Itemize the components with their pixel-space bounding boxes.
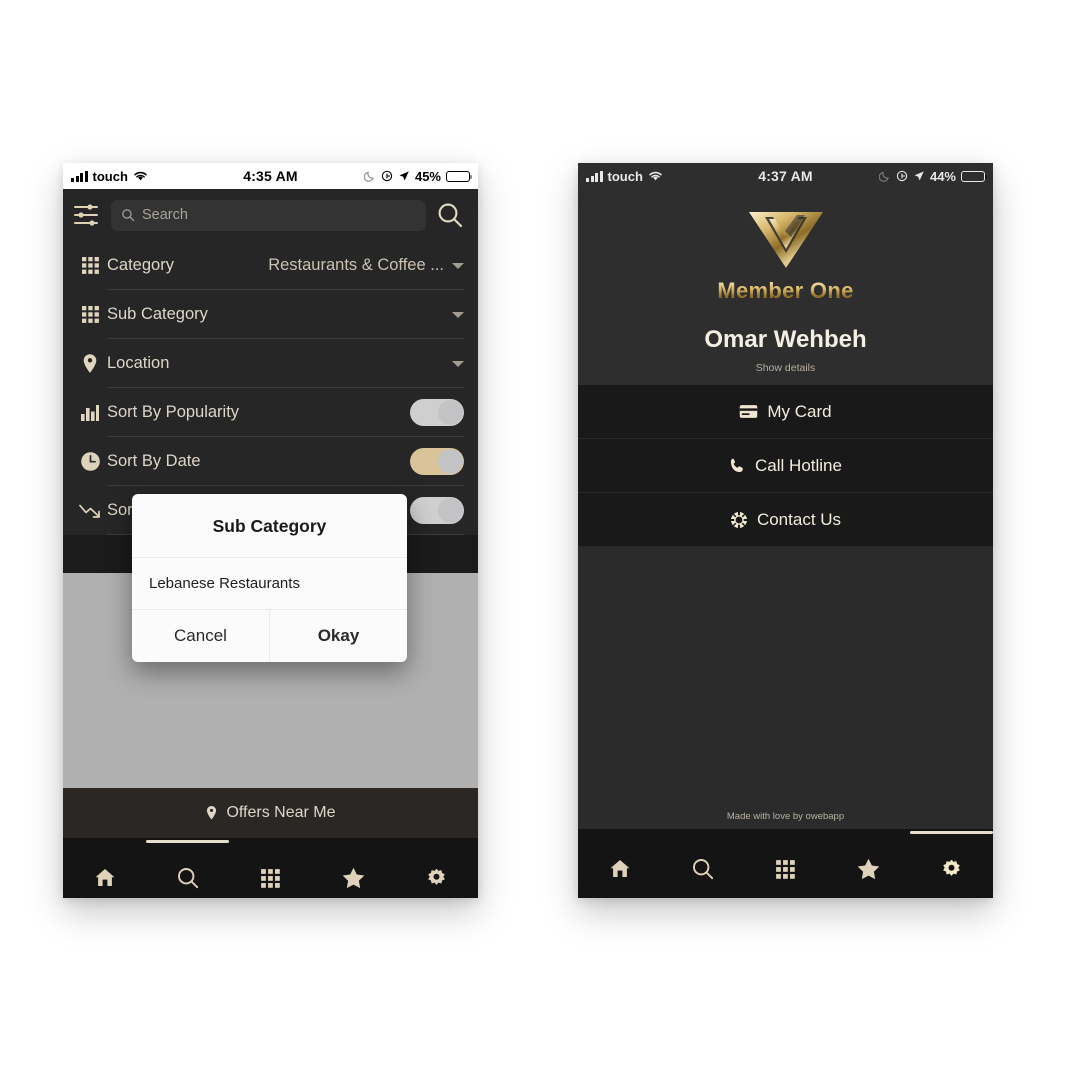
user-name: Omar Wehbeh (704, 326, 867, 353)
battery-icon (446, 170, 473, 182)
menu-label: Call Hotline (755, 455, 842, 475)
location-arrow-icon (399, 171, 409, 181)
sub-category-dialog: Sub Category Lebanese Restaurants Cancel… (132, 494, 407, 662)
tab-search[interactable] (661, 857, 744, 881)
tab-favorites[interactable] (827, 857, 910, 881)
menu-row-contact-us[interactable]: Contact Us (578, 493, 993, 547)
right-phone-screen: touch 4:37 AM 44% Member One Omar Wehbeh… (578, 163, 993, 898)
status-bar-right-group: 45% (363, 168, 473, 184)
battery-icon (961, 170, 988, 182)
footer-credit: Made with love by owebapp (726, 811, 845, 822)
tab-category[interactable] (744, 859, 827, 880)
tab-home[interactable] (578, 858, 661, 880)
phone-icon (730, 458, 743, 473)
grid-icon (776, 859, 795, 879)
rotation-lock-icon (896, 170, 908, 182)
dialog-actions: Cancel Okay (132, 610, 407, 662)
location-arrow-icon (914, 171, 924, 181)
tab-active-indicator-track (578, 829, 993, 840)
status-bar-left: touch 4:35 AM 45% (63, 163, 478, 189)
left-phone-screen: touch 4:35 AM 45% Search Category Restau… (63, 163, 478, 898)
left-phone-body: Search Category Restaurants & Coffee ...… (63, 189, 478, 898)
dialog-title: Sub Category (132, 494, 407, 558)
brand-name: Member One (578, 278, 993, 304)
right-phone-body: Member One Omar Wehbeh Show details My C… (578, 189, 993, 898)
bottom-tab-bar-right (578, 840, 993, 898)
menu-label: My Card (767, 401, 832, 421)
status-bar-right: touch 4:37 AM 44% (578, 163, 993, 189)
menu-label: Contact Us (756, 509, 842, 529)
empty-content-area: Made with love by owebapp (578, 547, 993, 829)
tab-settings[interactable] (910, 858, 993, 881)
dialog-scrim: Sub Category Lebanese Restaurants Cancel… (63, 189, 478, 898)
menu-row-call-hotline[interactable]: Call Hotline (578, 439, 993, 493)
moon-icon (363, 171, 374, 182)
cancel-button[interactable]: Cancel (132, 610, 269, 662)
status-bar-right-group: 44% (878, 168, 988, 184)
dialog-option-item[interactable]: Lebanese Restaurants (132, 558, 407, 610)
moon-icon (878, 171, 889, 182)
battery-percent-label: 44% (929, 168, 956, 184)
search-icon (692, 859, 713, 880)
home-icon (610, 860, 629, 877)
tab-active-indicator (910, 831, 993, 834)
screenshot-canvas: touch 4:35 AM 45% Search Category Restau… (0, 0, 1080, 1080)
brand-block: Member One (578, 189, 993, 304)
show-details-link[interactable]: Show details (578, 362, 993, 374)
okay-button[interactable]: Okay (269, 610, 407, 662)
star-icon (857, 858, 880, 880)
menu-row-my-card[interactable]: My Card (578, 385, 993, 439)
battery-percent-label: 45% (414, 168, 441, 184)
life-ring-icon (730, 511, 747, 528)
member-one-logo-icon (748, 212, 823, 268)
gear-icon (943, 859, 960, 876)
credit-card-icon (740, 405, 758, 418)
rotation-lock-icon (381, 170, 393, 182)
